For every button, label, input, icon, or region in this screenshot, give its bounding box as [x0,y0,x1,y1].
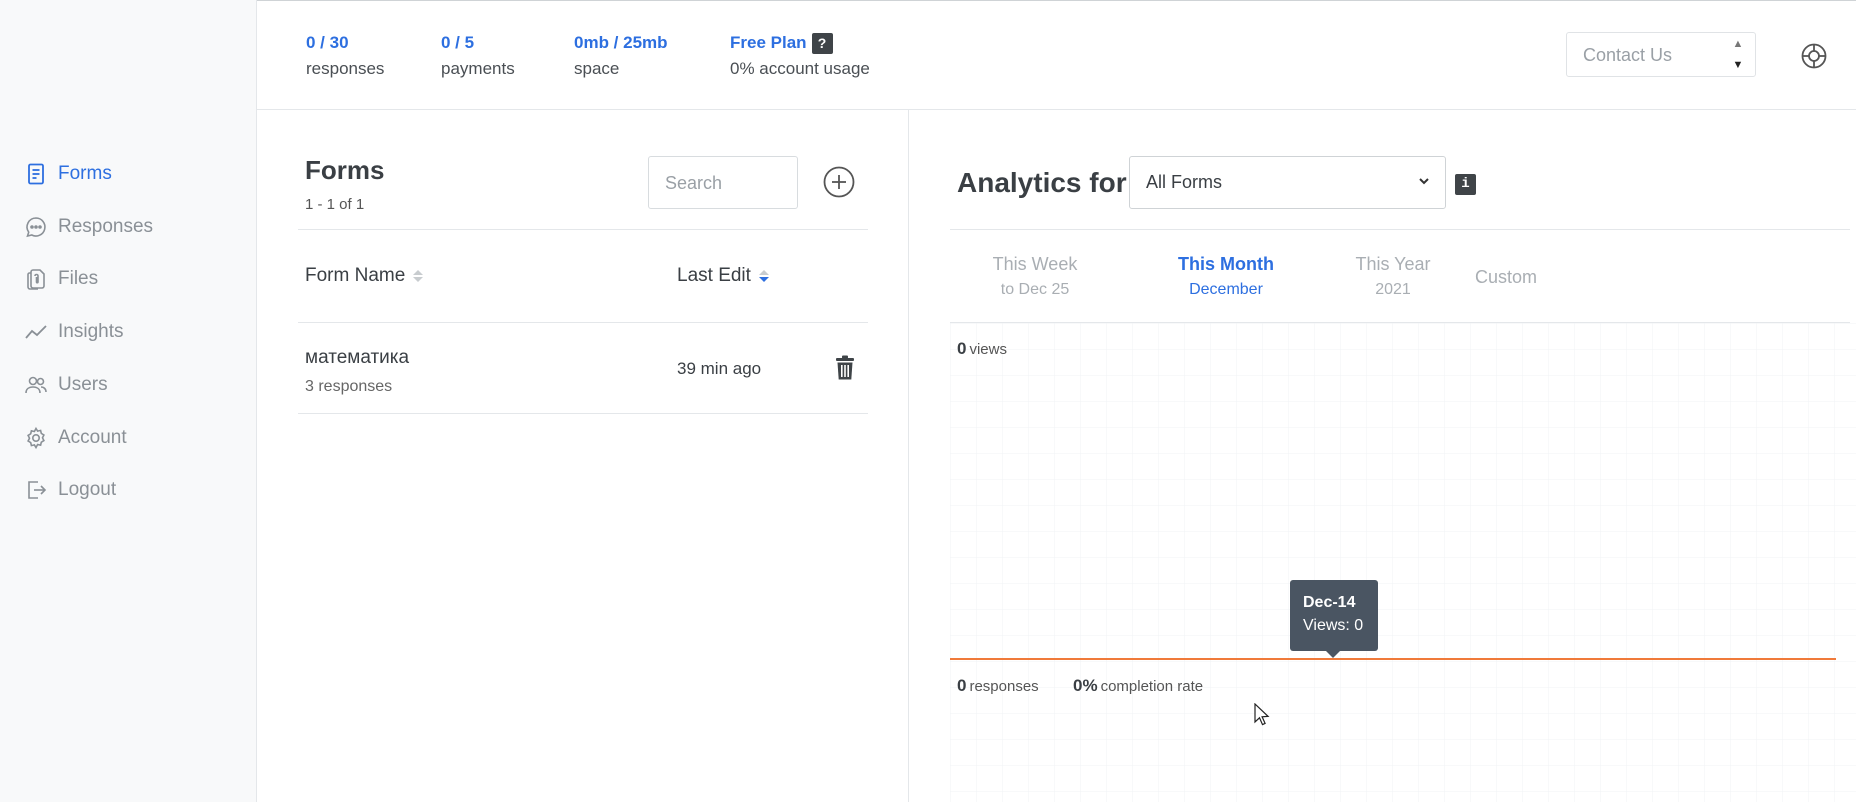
sidebar: Forms Responses Files Insights Users Acc… [0,0,257,802]
views-label: views [969,341,1007,358]
form-responses-count: 3 responses [305,378,393,395]
search-input[interactable] [649,157,797,210]
contact-stepper[interactable]: ▲ ▼ [1727,35,1749,74]
views-metric: 0 views [957,339,1007,359]
dropdown-selected-value: All Forms [1146,172,1222,192]
completion-metric: 0% completion rate [1073,676,1203,696]
stat-responses: 0 / 30 responses [306,31,384,81]
sidebar-item-label: Responses [58,216,154,237]
chart-tooltip: Dec-14 Views: 0 [1290,580,1378,658]
completion-value: 0% [1073,676,1098,695]
sort-icon [413,270,424,282]
completion-label: completion rate [1100,678,1204,695]
support-lifebuoy-icon[interactable] [1800,42,1828,70]
form-last-edit: 39 min ago [677,359,762,378]
sidebar-item-users[interactable]: Users [24,372,108,398]
stat-label: 0% account usage [730,59,870,78]
tab-label: Custom [1474,267,1537,287]
sidebar-item-forms[interactable]: Forms [24,161,112,187]
trash-icon[interactable] [834,355,856,381]
chevron-down-icon [1419,178,1429,185]
mouse-pointer-icon [1254,703,1270,726]
responses-metric: 0 responses [957,676,1039,696]
forms-title: Forms [305,155,385,185]
column-label: Form Name [305,265,406,286]
usage-stats-bar: 0 / 30 responses 0 / 5 payments 0mb / 25… [257,1,1856,110]
sidebar-item-label: Logout [58,479,117,500]
stat-label: responses [306,59,385,78]
tab-this-month[interactable]: This Month December [1136,252,1316,302]
gear-icon [27,426,45,450]
stat-label: payments [441,59,515,78]
sort-active-icon [758,270,769,282]
divider [298,413,868,414]
plan-link[interactable]: Free Plan [730,31,807,55]
sidebar-item-label: Forms [58,163,112,184]
analytics-chart [950,323,1856,802]
sidebar-item-label: Insights [58,321,124,342]
stepper-down-icon[interactable]: ▼ [1733,56,1744,74]
stepper-up-icon[interactable]: ▲ [1733,35,1744,53]
stat-value: 0 / 5 [441,33,475,52]
column-label: Last Edit [677,265,751,286]
stat-value: 0 / 30 [306,33,349,52]
column-header-form-name[interactable]: Form Name [305,265,424,287]
files-icon [27,269,45,290]
trend-line-icon [25,325,47,339]
users-icon [25,376,47,394]
column-header-last-edit[interactable]: Last Edit [677,265,769,287]
tooltip-value: Views: 0 [1303,617,1364,634]
tab-label: This Month [1178,254,1274,274]
panel-divider [908,109,909,802]
sidebar-item-files[interactable]: Files [24,266,98,292]
add-form-icon[interactable] [823,166,855,198]
sidebar-item-responses[interactable]: Responses [24,214,153,240]
form-name-link[interactable]: математика [305,347,409,369]
tooltip-date: Dec-14 [1303,594,1356,611]
views-value: 0 [957,339,967,358]
tab-label: This Week [992,254,1078,274]
chat-bubble-icon [26,217,46,238]
divider [298,229,868,230]
forms-count: 1 - 1 of 1 [305,196,365,213]
chart-grid [950,323,1856,802]
sidebar-item-label: Files [58,268,99,289]
responses-label: responses [969,678,1039,695]
stat-payments: 0 / 5 payments [441,31,515,81]
sidebar-item-label: Users [58,374,108,395]
stat-space: 0mb / 25mb space [574,31,668,81]
divider [950,229,1850,230]
tab-this-week[interactable]: This Week to Dec 25 [945,252,1125,302]
sidebar-item-account[interactable]: Account [24,425,127,451]
divider [298,322,868,323]
sidebar-item-insights[interactable]: Insights [24,319,123,345]
stat-label: space [574,59,620,78]
responses-value: 0 [957,676,967,695]
sidebar-item-label: Account [58,427,127,448]
form-icon [28,163,44,185]
tab-custom[interactable]: Custom [1416,265,1596,289]
contact-us-field[interactable]: ▲ ▼ [1566,32,1756,78]
tab-sublabel: to Dec 25 [1000,281,1070,298]
info-icon[interactable]: i [1455,174,1476,195]
contact-us-input[interactable] [1567,33,1735,78]
help-badge[interactable]: ? [811,32,833,54]
tab-sublabel: December [1189,281,1263,298]
stat-plan: Free Plan ? 0% account usage [730,31,870,81]
analytics-title: Analytics for [957,167,1127,198]
logout-icon [28,481,47,499]
form-filter-dropdown[interactable]: All Forms [1129,156,1446,209]
forms-search[interactable] [648,156,798,210]
stat-value: 0mb / 25mb [574,33,668,52]
sidebar-item-logout[interactable]: Logout [24,477,116,503]
